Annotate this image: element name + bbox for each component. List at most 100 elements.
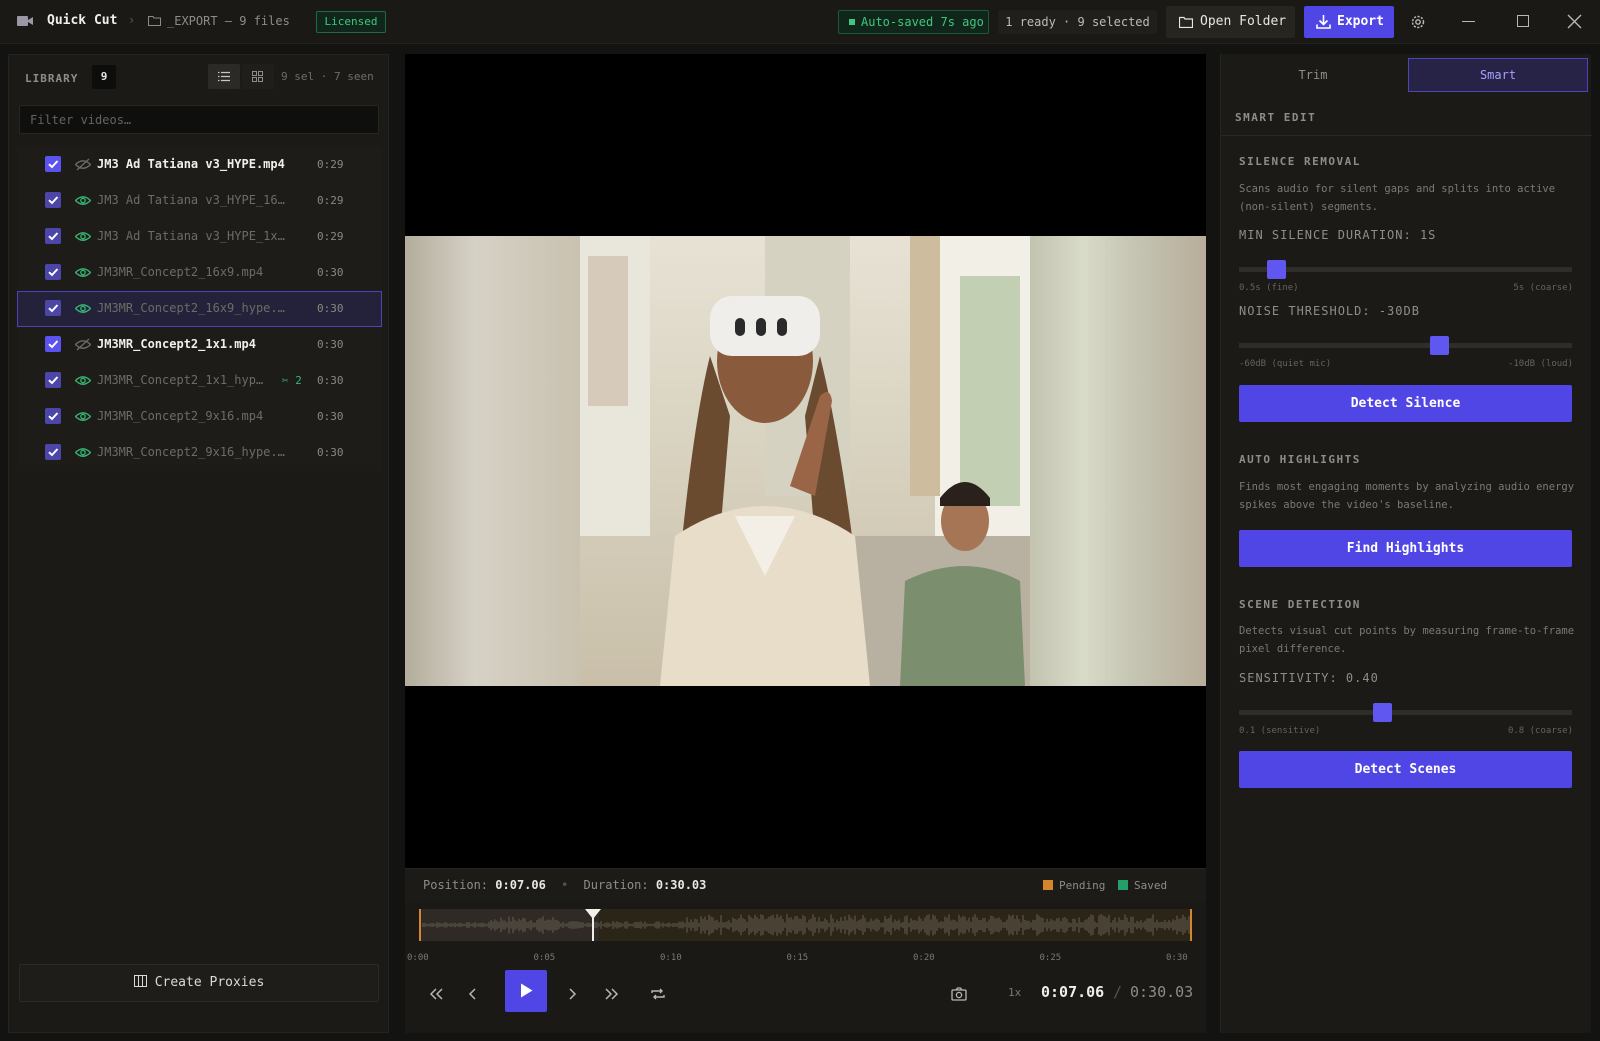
pending-swatch: [1043, 880, 1053, 890]
file-name: JM3 Ad Tatiana v3_HYPE_16…: [97, 193, 285, 207]
legend-saved-label: Saved: [1134, 879, 1168, 892]
license-badge: Licensed: [316, 11, 386, 33]
file-row[interactable]: JM3MR_Concept2_16x9.mp4 0:30: [17, 255, 382, 291]
file-duration: 0:30: [317, 302, 344, 315]
open-folder-button[interactable]: Open Folder: [1166, 6, 1295, 38]
noise-threshold-slider-knob[interactable]: [1429, 336, 1449, 355]
playhead-handle[interactable]: [585, 909, 601, 919]
file-row[interactable]: JM3 Ad Tatiana v3_HYPE_1x… 0:29: [17, 219, 382, 255]
auto-highlights-title: AUTO HIGHLIGHTS: [1239, 453, 1361, 466]
file-name: JM3MR_Concept2_9x16.mp4: [97, 409, 264, 423]
minimize-icon[interactable]: [1462, 21, 1475, 22]
noise-threshold-slider[interactable]: [1239, 336, 1572, 355]
timeline-tick: 0:25: [1039, 953, 1062, 963]
skip-start-button[interactable]: [424, 982, 448, 1006]
file-name: JM3MR_Concept2_1x1.mp4: [97, 337, 256, 351]
file-checkbox[interactable]: [45, 264, 61, 280]
file-duration: 0:30: [317, 338, 344, 351]
file-row[interactable]: JM3MR_Concept2_9x16_hype.… 0:30: [17, 435, 382, 471]
eye-icon[interactable]: [75, 302, 91, 315]
eye-icon[interactable]: [75, 410, 91, 423]
close-icon[interactable]: [1567, 14, 1582, 29]
timeline-scrubber[interactable]: [419, 909, 1192, 941]
position-value: 0:07.06: [495, 878, 546, 892]
list-icon: [218, 71, 230, 82]
export-label: Export: [1337, 14, 1384, 29]
sensitivity-slider-knob[interactable]: [1372, 703, 1392, 722]
sensitivity-slider[interactable]: [1239, 703, 1572, 722]
snapshot-button[interactable]: [947, 982, 971, 1006]
timeline-tick: 0:00: [407, 953, 429, 963]
player-panel: Position: 0:07.06 • Duration: 0:30.03 Pe…: [405, 54, 1206, 1033]
smart-edit-title: SMART EDIT: [1235, 111, 1317, 124]
find-highlights-button[interactable]: Find Highlights: [1239, 530, 1572, 567]
file-name: JM3MR_Concept2_16x9.mp4: [97, 265, 264, 279]
total-timecode: 0:30.03: [1130, 983, 1194, 1001]
detect-silence-button[interactable]: Detect Silence: [1239, 385, 1572, 422]
export-button[interactable]: Export: [1304, 6, 1394, 38]
file-duration: 0:30: [317, 266, 344, 279]
file-row[interactable]: JM3 Ad Tatiana v3_HYPE.mp4 0:29: [17, 147, 382, 183]
eye-icon[interactable]: [75, 194, 91, 207]
file-checkbox[interactable]: [45, 228, 61, 244]
silence-removal-description: Scans audio for silent gaps and splits i…: [1239, 183, 1556, 213]
next-frame-button[interactable]: [560, 982, 584, 1006]
eye-icon[interactable]: [75, 266, 91, 279]
library-panel: LIBRARY 9 9 sel · 7 seen JM3 Ad Tatiana …: [8, 54, 389, 1033]
create-proxies-button[interactable]: Create Proxies: [19, 964, 379, 1002]
grid-view-button[interactable]: [242, 64, 274, 89]
video-viewport[interactable]: [405, 54, 1206, 868]
scene-detection-title: SCENE DETECTION: [1239, 598, 1361, 611]
title-bar: Quick Cut › _EXPORT — 9 files Licensed A…: [0, 0, 1600, 44]
skip-end-button[interactable]: [600, 982, 624, 1006]
legend-pending: Pending: [1043, 879, 1105, 892]
list-view-button[interactable]: [208, 64, 240, 89]
file-checkbox[interactable]: [45, 444, 61, 460]
smart-edit-panel: Trim Smart SMART EDIT SILENCE REMOVAL Sc…: [1220, 54, 1592, 1033]
playback-speed[interactable]: 1x: [1008, 986, 1021, 999]
file-checkbox[interactable]: [45, 336, 61, 352]
tab-trim[interactable]: Trim: [1221, 58, 1405, 92]
blurred-background-right: [1030, 236, 1206, 686]
camera-icon: [951, 987, 967, 1001]
tab-smart[interactable]: Smart: [1408, 58, 1588, 92]
check-icon: [48, 340, 59, 349]
previous-frame-button[interactable]: [461, 982, 485, 1006]
min-silence-slider-knob[interactable]: [1267, 260, 1286, 279]
settings-icon[interactable]: [1409, 13, 1427, 31]
play-button[interactable]: [505, 970, 547, 1012]
noise-range-high: -10dB (loud): [1507, 359, 1573, 369]
file-row[interactable]: JM3MR_Concept2_16x9_hype.… 0:30: [17, 291, 382, 327]
eye-off-icon[interactable]: [75, 158, 91, 171]
file-row[interactable]: JM3MR_Concept2_9x16.mp4 0:30: [17, 399, 382, 435]
maximize-icon[interactable]: [1517, 15, 1529, 27]
waveform-path: [422, 914, 1190, 936]
file-checkbox[interactable]: [45, 300, 61, 316]
video-frame: [405, 236, 1206, 686]
double-chevron-right-icon: [605, 988, 619, 1000]
eye-icon[interactable]: [75, 230, 91, 243]
file-row[interactable]: JM3MR_Concept2_1x1_hyp… ✂ 2 0:30: [17, 363, 382, 399]
file-checkbox[interactable]: [45, 156, 61, 172]
min-silence-slider[interactable]: [1239, 260, 1572, 279]
detect-scenes-button[interactable]: Detect Scenes: [1239, 751, 1572, 788]
loop-icon: [651, 988, 665, 1000]
file-checkbox[interactable]: [45, 192, 61, 208]
file-row[interactable]: JM3MR_Concept2_1x1.mp4 0:30: [17, 327, 382, 363]
file-name: JM3MR_Concept2_16x9_hype.…: [97, 301, 285, 315]
file-checkbox[interactable]: [45, 408, 61, 424]
eye-icon[interactable]: [75, 446, 91, 459]
eye-off-icon[interactable]: [75, 338, 91, 351]
app-title: Quick Cut: [47, 13, 118, 28]
folder-path[interactable]: _EXPORT — 9 files: [167, 14, 290, 28]
legend-saved: Saved: [1118, 879, 1167, 892]
loop-button[interactable]: [646, 982, 670, 1006]
file-checkbox[interactable]: [45, 372, 61, 388]
file-row[interactable]: JM3 Ad Tatiana v3_HYPE_16… 0:29: [17, 183, 382, 219]
timeline-tick: 0:20: [913, 953, 935, 963]
double-chevron-left-icon: [429, 988, 443, 1000]
eye-icon[interactable]: [75, 374, 91, 387]
check-icon: [48, 160, 59, 169]
library-meta: 9 sel · 7 seen: [281, 70, 374, 83]
filter-videos-input[interactable]: [19, 105, 379, 134]
